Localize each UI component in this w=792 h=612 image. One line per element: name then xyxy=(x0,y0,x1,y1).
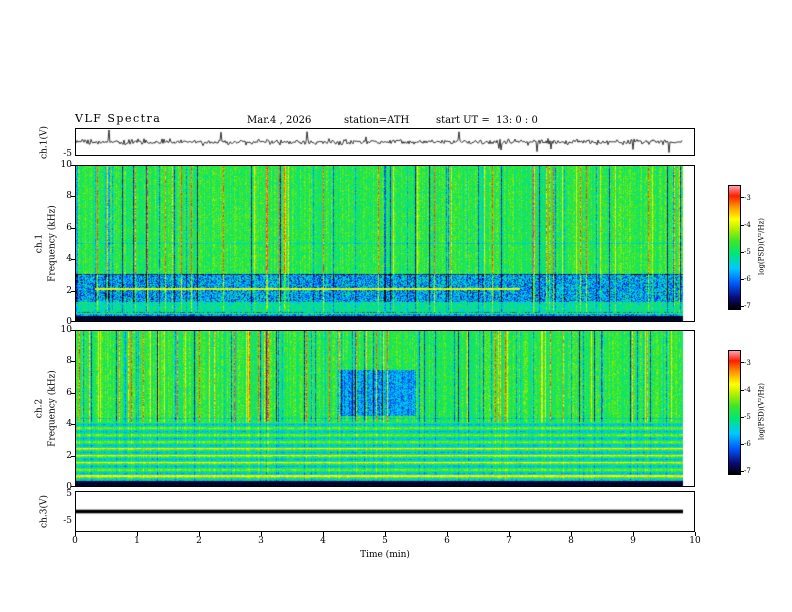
colorbar-ch1-label: log(PSD)(V²/Hz) xyxy=(757,218,766,275)
ch2-spec-ytick: 10 xyxy=(60,325,72,335)
ch1-waveform-canvas xyxy=(76,129,694,155)
ch1-spec-ytick: 10 xyxy=(60,160,72,170)
axis-tick-mark xyxy=(385,532,386,536)
axis-tick-mark xyxy=(741,417,744,418)
axis-tick-mark xyxy=(261,532,262,536)
colorbar-tick: -7 xyxy=(744,302,751,310)
ch2-spectrogram-canvas xyxy=(76,331,694,486)
axis-tick-mark xyxy=(741,225,744,226)
axis-tick-mark xyxy=(71,393,75,394)
ch1-spec-ytick: 2 xyxy=(66,286,72,296)
x-tick: 4 xyxy=(320,536,326,546)
axis-tick-mark xyxy=(741,471,744,472)
ch2-spec-channel-label: ch.2 xyxy=(34,398,45,419)
ch2-spec-ytick: 2 xyxy=(66,451,72,461)
axis-tick-mark xyxy=(137,532,138,536)
station-label: station=ATH xyxy=(344,115,410,126)
axis-tick-mark xyxy=(741,252,744,253)
axis-tick-mark xyxy=(741,390,744,391)
x-tick: 0 xyxy=(72,536,78,546)
axis-tick-mark xyxy=(741,306,744,307)
axis-tick-mark xyxy=(199,532,200,536)
ch3-wave-ytick: 5 xyxy=(66,489,72,499)
colorbar-ch1 xyxy=(728,185,741,310)
ch2-spectrogram-panel xyxy=(75,330,695,487)
ch2-spec-ytick: 8 xyxy=(66,356,72,366)
axis-tick-mark xyxy=(741,444,744,445)
date-label: Mar.4 , 2026 xyxy=(247,115,312,126)
x-tick: 1 xyxy=(134,536,140,546)
colorbar-ch2-label: log(PSD)(V²/Hz) xyxy=(757,383,766,440)
ch1-voltage-axis-label: ch.1(V) xyxy=(39,126,50,159)
axis-tick-mark xyxy=(71,321,75,322)
x-tick: 2 xyxy=(196,536,202,546)
ch2-spec-ytick: 4 xyxy=(66,419,72,429)
x-tick: 5 xyxy=(382,536,388,546)
ch3-waveform-panel xyxy=(75,491,695,532)
axis-tick-mark xyxy=(741,362,744,363)
axis-tick-mark xyxy=(71,486,75,487)
ch1-spec-ytick: 4 xyxy=(66,254,72,264)
ch1-frequency-axis-label: Frequency (kHz) xyxy=(47,205,58,282)
axis-tick-mark xyxy=(75,532,76,536)
axis-tick-mark xyxy=(71,291,75,292)
vlf-spectra-figure: VLF Spectra Mar.4 , 2026 station=ATH sta… xyxy=(0,0,792,612)
axis-tick-mark xyxy=(71,228,75,229)
ch3-voltage-axis-label: ch.3(V) xyxy=(39,495,50,528)
axis-tick-mark xyxy=(71,424,75,425)
axis-tick-mark xyxy=(71,259,75,260)
ch1-spectrogram-panel xyxy=(75,165,695,322)
axis-tick-mark xyxy=(741,197,744,198)
colorbar-ch2 xyxy=(728,350,741,475)
ch2-frequency-axis-label: Frequency (kHz) xyxy=(47,370,58,447)
x-tick: 9 xyxy=(630,536,636,546)
x-tick: 7 xyxy=(506,536,512,546)
colorbar-tick: -7 xyxy=(744,467,751,475)
axis-tick-mark xyxy=(71,361,75,362)
start-ut-label: start UT = 13: 0 : 0 xyxy=(436,115,538,126)
axis-tick-mark xyxy=(571,532,572,536)
axis-tick-mark xyxy=(71,196,75,197)
axis-tick-mark xyxy=(71,165,75,166)
axis-tick-mark xyxy=(71,456,75,457)
axis-tick-mark xyxy=(633,532,634,536)
x-tick: 8 xyxy=(568,536,574,546)
axis-tick-mark xyxy=(509,532,510,536)
axis-tick-mark xyxy=(323,532,324,536)
ch3-wave-ytick: -5 xyxy=(63,516,72,526)
x-tick: 3 xyxy=(258,536,264,546)
ch3-waveform-canvas xyxy=(76,492,694,531)
ch1-spec-channel-label: ch.1 xyxy=(34,233,45,254)
ch2-spec-ytick: 6 xyxy=(66,388,72,398)
plot-title: VLF Spectra xyxy=(75,112,162,125)
ch1-waveform-panel xyxy=(75,128,695,156)
x-tick: 6 xyxy=(444,536,450,546)
ch1-wave-ytick: -5 xyxy=(63,149,72,159)
axis-tick-mark xyxy=(71,330,75,331)
axis-tick-mark xyxy=(447,532,448,536)
ch1-spec-ytick: 6 xyxy=(66,223,72,233)
axis-tick-mark xyxy=(695,532,696,536)
x-tick: 10 xyxy=(689,536,701,546)
time-axis-label: Time (min) xyxy=(360,550,410,560)
axis-tick-mark xyxy=(741,279,744,280)
ch1-spectrogram-canvas xyxy=(76,166,694,321)
ch1-spec-ytick: 8 xyxy=(66,191,72,201)
